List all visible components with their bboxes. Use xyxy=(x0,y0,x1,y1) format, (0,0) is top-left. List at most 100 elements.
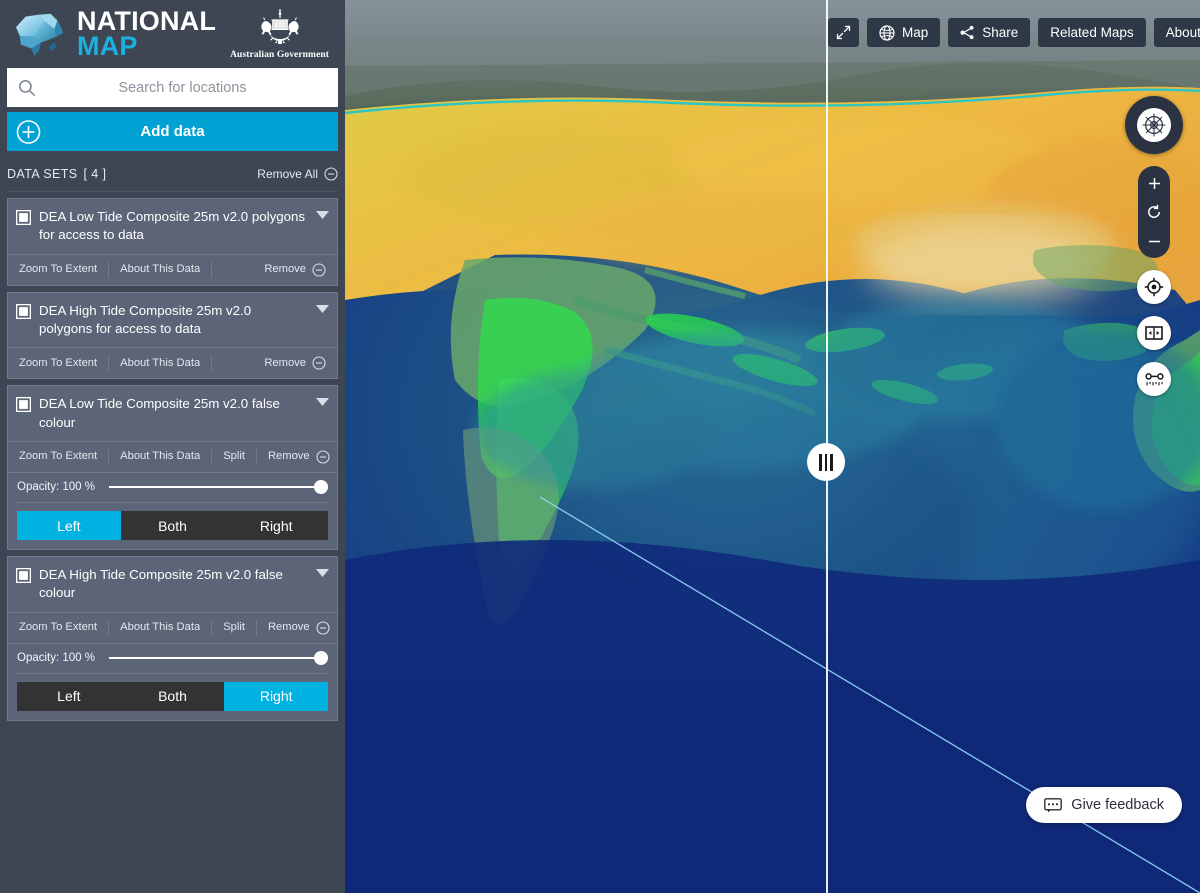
opacity-row: Opacity: 100 % xyxy=(8,642,337,673)
chevron-down-icon[interactable] xyxy=(316,211,329,220)
remove-button[interactable]: Remove xyxy=(257,620,341,636)
map-navigation-controls xyxy=(1125,96,1183,396)
checkbox-square-icon[interactable] xyxy=(16,397,31,413)
opacity-row: Opacity: 100 % xyxy=(8,472,337,502)
circle-minus-icon xyxy=(316,621,330,635)
globe-3d-view xyxy=(345,0,1200,893)
split-both-button[interactable]: Both xyxy=(120,681,225,711)
remove-button[interactable]: Remove xyxy=(253,262,337,278)
sidebar: NATIONAL MAP Australian Government Searc… xyxy=(0,0,345,893)
government-label: Australian Government xyxy=(230,49,330,60)
split-direction-group: Left Both Right xyxy=(17,502,329,541)
remove-button[interactable]: Remove xyxy=(257,449,341,465)
globe-icon xyxy=(879,24,895,41)
dataset-item: DEA Low Tide Composite 25m v2.0 polygons… xyxy=(7,198,338,286)
search-section xyxy=(0,68,345,107)
zoom-out-button[interactable] xyxy=(1142,230,1166,252)
add-data-button[interactable]: Add data xyxy=(7,112,338,151)
zoom-to-extent-button[interactable]: Zoom To Extent xyxy=(8,261,110,278)
split-button[interactable]: Split xyxy=(212,619,257,636)
australia-map-logo-icon xyxy=(15,13,64,57)
logo-line-2: MAP xyxy=(77,31,138,61)
circle-minus-icon xyxy=(316,450,330,464)
give-feedback-button[interactable]: Give feedback xyxy=(1026,787,1182,823)
zoom-in-button[interactable] xyxy=(1142,172,1166,194)
about-this-data-button[interactable]: About This Data xyxy=(109,261,213,278)
add-data-label: Add data xyxy=(140,123,205,140)
dataset-actions: Zoom To Extent About This Data Remove xyxy=(8,347,337,378)
feedback-label: Give feedback xyxy=(1071,797,1164,813)
dataset-header[interactable]: DEA High Tide Composite 25m v2.0 polygon… xyxy=(8,293,337,348)
compass-inner xyxy=(1137,108,1171,142)
circle-minus-icon xyxy=(324,167,338,181)
slider-knob[interactable] xyxy=(314,480,328,495)
about-label: About xyxy=(1165,25,1200,40)
commonwealth-coat-of-arms-icon xyxy=(260,9,299,44)
datasets-list: DEA Low Tide Composite 25m v2.0 polygons… xyxy=(0,192,345,721)
remove-label: Remove xyxy=(267,621,310,634)
split-right-button[interactable]: Right xyxy=(224,681,329,711)
checkbox-square-icon[interactable] xyxy=(16,568,31,584)
dataset-name: DEA High Tide Composite 25m v2.0 false c… xyxy=(39,567,283,601)
opacity-slider[interactable] xyxy=(108,650,328,665)
nationalmap-app: NATIONAL MAP Australian Government Searc… xyxy=(0,0,1200,893)
split-both-button[interactable]: Both xyxy=(120,511,225,541)
split-left-button[interactable]: Left xyxy=(17,681,121,711)
dataset-header[interactable]: DEA High Tide Composite 25m v2.0 false c… xyxy=(8,557,337,612)
opacity-slider[interactable] xyxy=(108,480,328,495)
related-maps-button[interactable]: Related Maps xyxy=(1038,18,1146,47)
fullscreen-button[interactable] xyxy=(828,18,859,47)
map-button[interactable]: Map xyxy=(867,18,941,47)
chevron-down-icon[interactable] xyxy=(316,304,329,314)
measure-tool-icon xyxy=(1144,372,1164,385)
search-box[interactable] xyxy=(7,68,338,107)
share-button[interactable]: Share xyxy=(948,18,1031,47)
share-nodes-icon xyxy=(960,25,974,40)
split-screen-icon xyxy=(1145,326,1163,340)
reset-view-button[interactable] xyxy=(1142,201,1166,223)
remove-label: Remove xyxy=(267,450,310,463)
dataset-actions: Zoom To Extent About This Data Remove xyxy=(8,253,337,285)
zoom-to-extent-button[interactable]: Zoom To Extent xyxy=(8,449,110,466)
zoom-to-extent-button[interactable]: Zoom To Extent xyxy=(8,619,110,636)
locate-button[interactable] xyxy=(1137,270,1171,304)
split-screen-button[interactable] xyxy=(1137,316,1171,350)
share-button-label: Share xyxy=(982,25,1019,40)
search-input[interactable] xyxy=(37,68,328,107)
about-button[interactable]: About xyxy=(1153,18,1200,47)
dataset-header[interactable]: DEA Low Tide Composite 25m v2.0 polygons… xyxy=(8,199,337,254)
crosshair-target-icon xyxy=(1144,277,1164,297)
about-this-data-button[interactable]: About This Data xyxy=(109,355,213,372)
chevron-down-icon[interactable] xyxy=(316,569,329,578)
dataset-name: DEA Low Tide Composite 25m v2.0 polygons… xyxy=(39,209,306,243)
brand-header: NATIONAL MAP Australian Government xyxy=(0,0,345,68)
zoom-to-extent-button[interactable]: Zoom To Extent xyxy=(8,355,110,372)
dataset-header[interactable]: DEA Low Tide Composite 25m v2.0 false co… xyxy=(8,386,337,441)
remove-label: Remove xyxy=(264,356,306,369)
about-this-data-button[interactable]: About This Data xyxy=(109,619,213,636)
expand-arrows-icon xyxy=(836,25,851,40)
remove-all-button[interactable]: Remove All xyxy=(257,167,338,181)
nationalmap-logo[interactable]: NATIONAL MAP xyxy=(12,8,216,60)
map-viewport[interactable]: Map Share Related Maps About Give feedba… xyxy=(345,0,1200,893)
split-right-button[interactable]: Right xyxy=(224,511,329,541)
checkbox-square-icon[interactable] xyxy=(16,210,31,225)
split-button[interactable]: Split xyxy=(212,449,257,466)
measure-tool-button[interactable] xyxy=(1137,362,1171,396)
split-left-button[interactable]: Left xyxy=(17,511,121,541)
plus-circle-icon xyxy=(16,119,41,144)
related-maps-label: Related Maps xyxy=(1050,25,1134,40)
compass-control[interactable] xyxy=(1125,96,1183,154)
split-drag-handle[interactable] xyxy=(807,443,845,481)
remove-button[interactable]: Remove xyxy=(253,355,337,371)
dataset-actions: Zoom To Extent About This Data Split Rem… xyxy=(8,611,337,643)
datasets-header: DATA SETS [ 4 ] Remove All xyxy=(7,157,338,192)
slider-track xyxy=(108,486,328,489)
compass-gyroscope-icon xyxy=(1142,113,1166,137)
chevron-down-icon[interactable] xyxy=(316,398,329,407)
slider-knob[interactable] xyxy=(314,650,328,665)
about-this-data-button[interactable]: About This Data xyxy=(109,449,213,466)
dataset-name: DEA Low Tide Composite 25m v2.0 false co… xyxy=(39,396,280,430)
plus-icon xyxy=(1148,177,1160,189)
checkbox-square-icon[interactable] xyxy=(16,303,31,319)
